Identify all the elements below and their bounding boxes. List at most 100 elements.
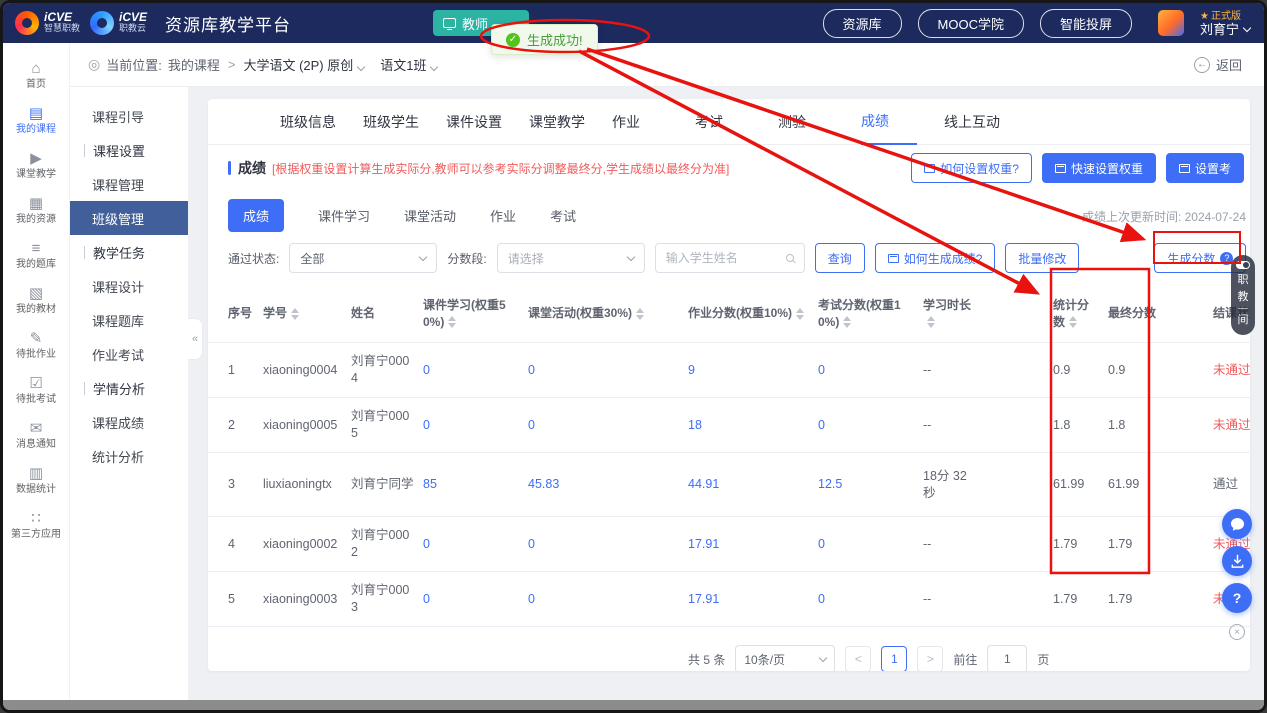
exam-score-link[interactable]: 0 bbox=[818, 362, 923, 379]
student-name: 刘育宁0005 bbox=[351, 408, 423, 442]
sidebar-item-home[interactable]: ⌂首页 bbox=[3, 53, 69, 98]
exam-score-link[interactable]: 0 bbox=[818, 417, 923, 434]
exam-score-link[interactable]: 0 bbox=[818, 591, 923, 608]
nav-resource-library[interactable]: 资源库 bbox=[823, 9, 902, 38]
score-range-select[interactable]: 请选择 bbox=[497, 243, 645, 273]
nav-smart-screen[interactable]: 智能投屏 bbox=[1040, 9, 1132, 38]
homework-score-link[interactable]: 17.91 bbox=[688, 591, 818, 608]
tab-class-info[interactable]: 班级信息 bbox=[280, 99, 336, 145]
sidebar-item-classroom-teaching[interactable]: ▶课堂教学 bbox=[3, 143, 69, 188]
sidebar-item-pending-exams[interactable]: ☑待批考试 bbox=[3, 368, 69, 413]
menu-item-statistical-analysis[interactable]: 统计分析 bbox=[70, 439, 188, 473]
activity-score-link[interactable]: 0 bbox=[528, 362, 688, 379]
nav-mooc-academy[interactable]: MOOC学院 bbox=[918, 9, 1024, 38]
tab-grades[interactable]: 成绩 bbox=[861, 99, 917, 145]
sort-icon[interactable] bbox=[843, 316, 851, 328]
sidebar-item-third-party-apps[interactable]: ∷第三方应用 bbox=[3, 503, 69, 548]
sidebar-collapse-handle[interactable]: « bbox=[188, 318, 203, 360]
sidebar-item-textbooks[interactable]: ▧我的教材 bbox=[3, 278, 69, 323]
tab-online-interaction[interactable]: 线上互动 bbox=[944, 99, 1000, 145]
activity-score-link[interactable]: 45.83 bbox=[528, 476, 688, 493]
avatar[interactable] bbox=[1158, 10, 1184, 36]
tab-homework[interactable]: 作业 bbox=[612, 99, 668, 145]
subtab-exam[interactable]: 考试 bbox=[550, 206, 576, 225]
homework-score-link[interactable]: 18 bbox=[688, 417, 818, 434]
homework-score-link[interactable]: 9 bbox=[688, 362, 818, 379]
sidebar-item-question-bank[interactable]: ≡我的题库 bbox=[3, 233, 69, 278]
courseware-score-link[interactable]: 0 bbox=[423, 591, 528, 608]
tab-courseware-settings[interactable]: 课件设置 bbox=[446, 99, 502, 145]
breadcrumb-course-dropdown[interactable]: 大学语文 (2P) 原创 bbox=[243, 55, 364, 74]
tab-quiz[interactable]: 测验 bbox=[778, 99, 834, 145]
activity-score-link[interactable]: 0 bbox=[528, 591, 688, 608]
help-button[interactable]: ? bbox=[1222, 583, 1252, 613]
col-header-stat-score[interactable]: 统计分数 bbox=[1053, 297, 1108, 331]
tab-exam[interactable]: 考试 bbox=[695, 99, 751, 145]
breadcrumb-my-courses[interactable]: 我的课程 bbox=[168, 55, 220, 74]
sidebar-item-notifications[interactable]: ✉消息通知 bbox=[3, 413, 69, 458]
student-name-search[interactable] bbox=[655, 243, 805, 273]
sort-icon[interactable] bbox=[448, 316, 456, 328]
query-button[interactable]: 查询 bbox=[815, 243, 865, 273]
col-header-activity[interactable]: 课堂活动(权重30%) bbox=[528, 305, 688, 322]
col-header-courseware[interactable]: 课件学习(权重50%) bbox=[423, 297, 528, 331]
exam-score-link[interactable]: 0 bbox=[818, 536, 923, 553]
pass-status-select[interactable]: 全部 bbox=[289, 243, 437, 273]
batch-edit-button[interactable]: 批量修改 bbox=[1005, 243, 1079, 273]
menu-item-course-guide[interactable]: 课程引导 bbox=[70, 99, 188, 133]
courseware-score-link[interactable]: 85 bbox=[423, 476, 528, 493]
next-page-button[interactable]: > bbox=[917, 646, 943, 671]
menu-item-course-question-bank[interactable]: 课程题库 bbox=[70, 303, 188, 337]
download-button[interactable] bbox=[1222, 546, 1252, 576]
homework-score-link[interactable]: 17.91 bbox=[688, 536, 818, 553]
current-page-button[interactable]: 1 bbox=[881, 646, 907, 671]
courseware-score-link[interactable]: 0 bbox=[423, 362, 528, 379]
tab-class-students[interactable]: 班级学生 bbox=[363, 99, 419, 145]
back-button[interactable]: ← 返回 bbox=[1194, 55, 1242, 74]
goto-page-input[interactable] bbox=[987, 645, 1027, 671]
set-exam-button[interactable]: 设置考 bbox=[1166, 153, 1244, 183]
sort-icon[interactable] bbox=[796, 308, 804, 320]
how-to-generate-grades-button[interactable]: 如何生成成绩? bbox=[875, 243, 996, 273]
sidebar-item-my-courses[interactable]: ▤我的课程 bbox=[3, 98, 69, 143]
subtab-courseware-learning[interactable]: 课件学习 bbox=[318, 206, 370, 225]
menu-item-course-management[interactable]: 课程管理 bbox=[70, 167, 188, 201]
floating-side-tag[interactable]: 职 教 间 bbox=[1231, 255, 1255, 335]
menu-item-homework-exam[interactable]: 作业考试 bbox=[70, 337, 188, 371]
sort-icon[interactable] bbox=[1069, 316, 1077, 328]
exam-score-link[interactable]: 12.5 bbox=[818, 476, 923, 493]
subtab-class-activity[interactable]: 课堂活动 bbox=[404, 206, 456, 225]
sidebar-item-pending-homework[interactable]: ✎待批作业 bbox=[3, 323, 69, 368]
col-header-homework[interactable]: 作业分数(权重10%) bbox=[688, 305, 818, 322]
col-header-student-id[interactable]: 学号 bbox=[263, 305, 351, 322]
row-index: 2 bbox=[228, 417, 263, 434]
tab-classroom-teaching[interactable]: 课堂教学 bbox=[529, 99, 585, 145]
subtab-homework[interactable]: 作业 bbox=[490, 206, 516, 225]
close-float-button[interactable]: × bbox=[1229, 624, 1245, 640]
sidebar-item-my-resources[interactable]: ▦我的资源 bbox=[3, 188, 69, 233]
homework-score-link[interactable]: 44.91 bbox=[688, 476, 818, 493]
activity-score-link[interactable]: 0 bbox=[528, 417, 688, 434]
breadcrumb-class-dropdown[interactable]: 语文1班 bbox=[380, 55, 437, 74]
user-menu[interactable]: 刘育宁 bbox=[1200, 23, 1250, 36]
col-header-exam[interactable]: 考试分数(权重10%) bbox=[818, 297, 923, 331]
how-to-set-weight-button[interactable]: 如何设置权重? bbox=[911, 153, 1032, 183]
customer-service-button[interactable] bbox=[1222, 509, 1252, 539]
toggle-icon[interactable] bbox=[1236, 261, 1250, 269]
col-header-duration[interactable]: 学习时长 bbox=[923, 297, 981, 331]
menu-item-course-design[interactable]: 课程设计 bbox=[70, 269, 188, 303]
page-size-select[interactable]: 10条/页 bbox=[735, 645, 835, 671]
activity-score-link[interactable]: 0 bbox=[528, 536, 688, 553]
courseware-score-link[interactable]: 0 bbox=[423, 536, 528, 553]
sort-icon[interactable] bbox=[636, 308, 644, 320]
courseware-score-link[interactable]: 0 bbox=[423, 417, 528, 434]
sort-icon[interactable] bbox=[291, 308, 299, 320]
sidebar-item-statistics[interactable]: ▥数据统计 bbox=[3, 458, 69, 503]
subtab-grades[interactable]: 成绩 bbox=[228, 199, 284, 232]
prev-page-button[interactable]: < bbox=[845, 646, 871, 671]
quick-set-weight-button[interactable]: 快速设置权重 bbox=[1042, 153, 1156, 183]
menu-item-course-grades[interactable]: 课程成绩 bbox=[70, 405, 188, 439]
search-input[interactable] bbox=[666, 251, 778, 265]
menu-item-class-management[interactable]: 班级管理 bbox=[70, 201, 188, 235]
sort-icon[interactable] bbox=[927, 316, 935, 328]
